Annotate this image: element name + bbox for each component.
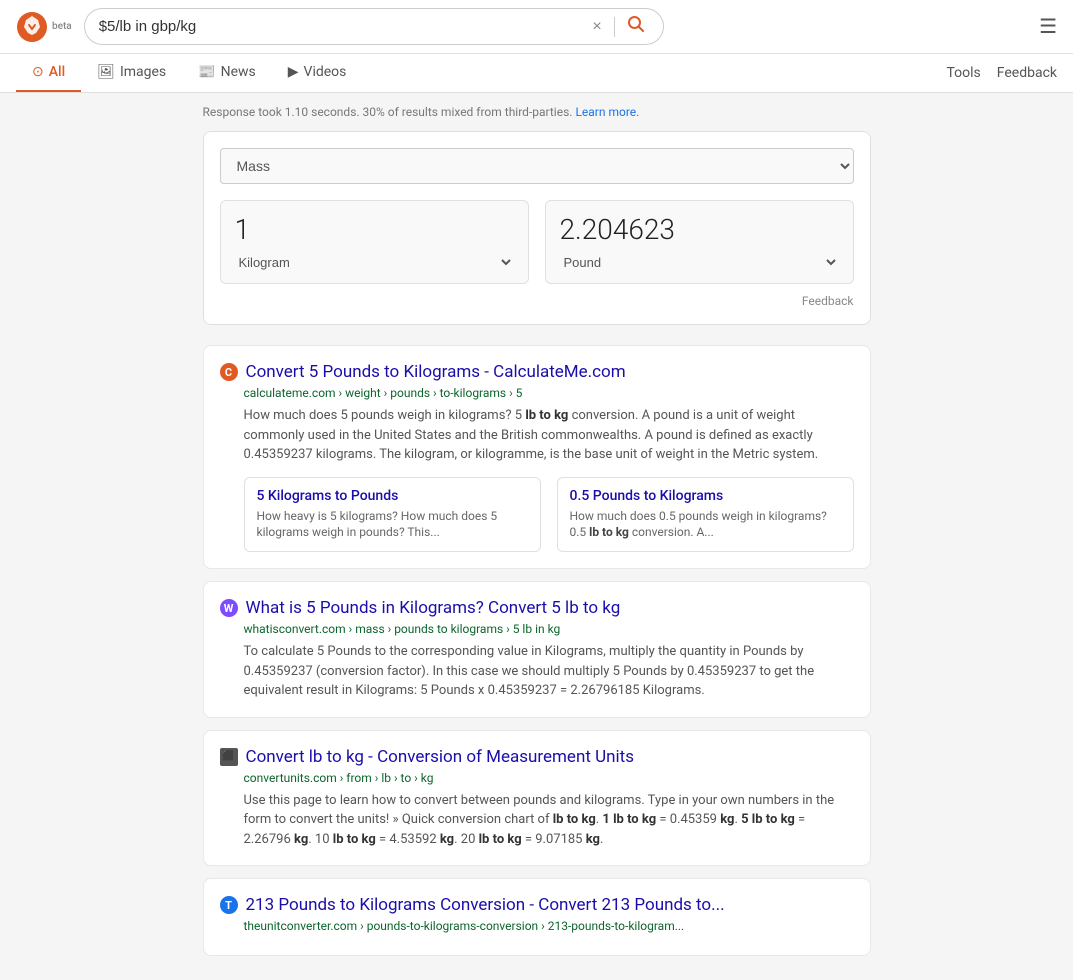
tab-videos-label: Videos (304, 64, 347, 80)
result-title[interactable]: Convert lb to kg - Conversion of Measure… (246, 747, 635, 767)
clear-button[interactable]: × (588, 19, 605, 35)
tab-news[interactable]: 📰 News (182, 54, 272, 92)
result-title-row: C Convert 5 Pounds to Kilograms - Calcul… (220, 362, 854, 382)
tab-images-label: Images (120, 64, 166, 80)
sub-result-item: 5 Kilograms to Pounds How heavy is 5 kil… (244, 477, 541, 553)
result-snippet: How much does 5 pounds weigh in kilogram… (244, 406, 854, 465)
result-title-row: W What is 5 Pounds in Kilograms? Convert… (220, 598, 854, 618)
result-title-row: T 213 Pounds to Kilograms Conversion - C… (220, 895, 854, 915)
all-icon: ⊙ (32, 64, 44, 80)
images-icon: 🖼 (97, 64, 115, 80)
sub-result-title[interactable]: 5 Kilograms to Pounds (257, 488, 528, 504)
converter-input-unit-select[interactable]: Kilogram Pound Gram Ounce Ton (235, 254, 514, 271)
converter-input-value: 1 (235, 213, 514, 246)
result-item: T 213 Pounds to Kilograms Conversion - C… (203, 878, 871, 956)
header: beta × ☰ (0, 0, 1073, 54)
search-icon (627, 15, 645, 33)
converter-output-box: 2.204623 Pound Kilogram Gram Ounce Ton (545, 200, 854, 284)
result-url: convertunits.com › from › lb › to › kg (244, 771, 854, 785)
result-snippet: To calculate 5 Pounds to the correspondi… (244, 642, 854, 701)
news-icon: 📰 (198, 64, 215, 80)
tab-images[interactable]: 🖼 Images (81, 54, 182, 92)
search-input[interactable] (99, 18, 581, 35)
search-results: C Convert 5 Pounds to Kilograms - Calcul… (203, 345, 871, 956)
result-favicon: W (220, 599, 238, 617)
converter-input-box: 1 Kilogram Pound Gram Ounce Ton (220, 200, 529, 284)
nav-tabs: ⊙ All 🖼 Images 📰 News ▶ Videos (16, 54, 362, 92)
search-divider (614, 17, 615, 37)
result-favicon: C (220, 363, 238, 381)
tab-all-label: All (49, 64, 65, 80)
main-content: Response took 1.10 seconds. 30% of resul… (187, 93, 887, 980)
result-favicon: ⬛ (220, 748, 238, 766)
feedback-link[interactable]: Feedback (997, 65, 1057, 81)
sub-result-snippet: How much does 0.5 pounds weigh in kilogr… (570, 508, 841, 542)
search-button[interactable] (623, 15, 649, 38)
sub-result-snippet: How heavy is 5 kilograms? How much does … (257, 508, 528, 542)
sub-results: 5 Kilograms to Pounds How heavy is 5 kil… (244, 477, 854, 553)
converter-type-select[interactable]: Mass Length Area Volume Temperature Spee… (220, 148, 854, 184)
response-info: Response took 1.10 seconds. 30% of resul… (203, 105, 871, 119)
converter-widget: Mass Length Area Volume Temperature Spee… (203, 131, 871, 325)
search-bar: × (84, 8, 664, 45)
beta-badge: beta (52, 21, 72, 32)
result-item: C Convert 5 Pounds to Kilograms - Calcul… (203, 345, 871, 569)
menu-button[interactable]: ☰ (1039, 14, 1057, 39)
result-favicon: T (220, 896, 238, 914)
result-item: W What is 5 Pounds in Kilograms? Convert… (203, 581, 871, 718)
learn-more-link[interactable]: Learn more. (575, 105, 639, 119)
brave-logo-icon (16, 11, 48, 43)
result-title[interactable]: What is 5 Pounds in Kilograms? Convert 5… (246, 598, 621, 618)
videos-icon: ▶ (288, 64, 299, 80)
result-snippet: Use this page to learn how to convert be… (244, 791, 854, 850)
converter-output-value: 2.204623 (560, 213, 839, 246)
tools-link[interactable]: Tools (946, 65, 980, 81)
tab-all[interactable]: ⊙ All (16, 54, 81, 92)
nav-right: Tools Feedback (946, 65, 1057, 81)
result-title[interactable]: Convert 5 Pounds to Kilograms - Calculat… (246, 362, 626, 382)
sub-result-item: 0.5 Pounds to Kilograms How much does 0.… (557, 477, 854, 553)
tab-videos[interactable]: ▶ Videos (272, 54, 363, 92)
response-info-text: Response took 1.10 seconds. 30% of resul… (203, 105, 573, 119)
result-title[interactable]: 213 Pounds to Kilograms Conversion - Con… (246, 895, 725, 915)
converter-feedback[interactable]: Feedback (220, 294, 854, 308)
tab-news-label: News (221, 64, 256, 80)
sub-result-title[interactable]: 0.5 Pounds to Kilograms (570, 488, 841, 504)
nav-area: ⊙ All 🖼 Images 📰 News ▶ Videos Tools Fee… (0, 54, 1073, 93)
result-url: whatisconvert.com › mass › pounds to kil… (244, 622, 854, 636)
converter-inputs: 1 Kilogram Pound Gram Ounce Ton 2.204623… (220, 200, 854, 284)
result-title-row: ⬛ Convert lb to kg - Conversion of Measu… (220, 747, 854, 767)
result-item: ⬛ Convert lb to kg - Conversion of Measu… (203, 730, 871, 867)
logo-area: beta (16, 11, 72, 43)
result-url: calculateme.com › weight › pounds › to-k… (244, 386, 854, 400)
result-url: theunitconverter.com › pounds-to-kilogra… (244, 919, 854, 933)
converter-output-unit-select[interactable]: Pound Kilogram Gram Ounce Ton (560, 254, 839, 271)
